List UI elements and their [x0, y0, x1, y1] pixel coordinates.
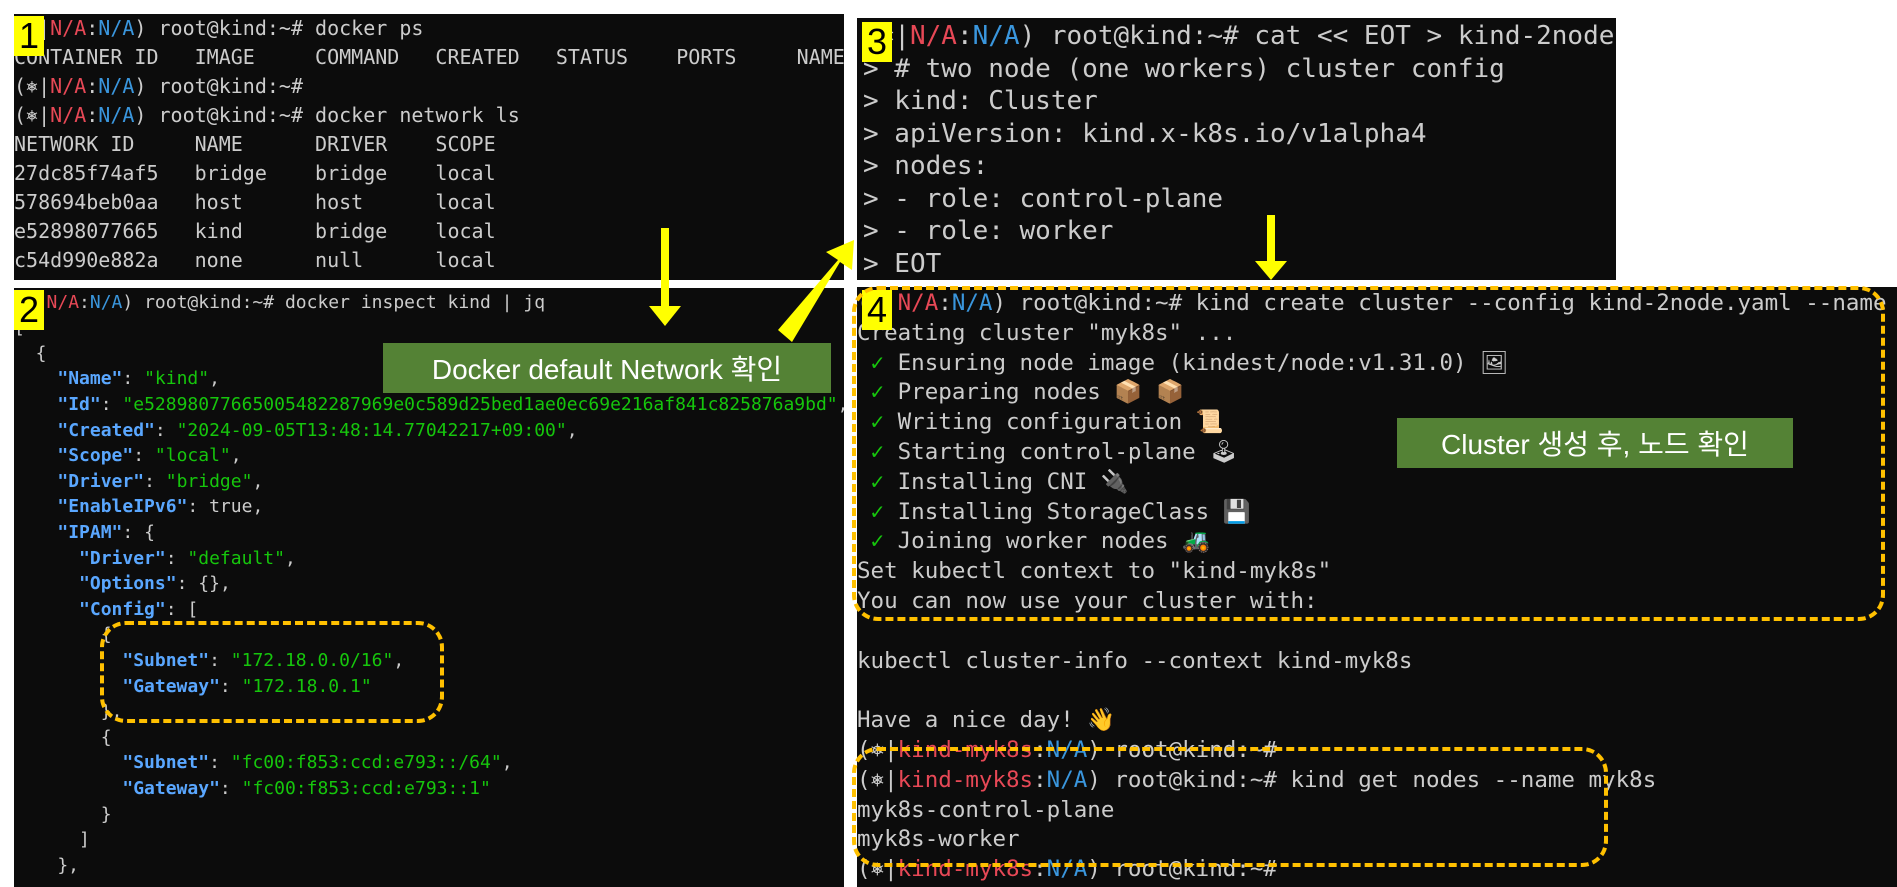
- nice-day-line: Have a nice day! 👋: [857, 707, 1116, 734]
- json-close-obj: },: [14, 855, 80, 876]
- step-line: ✓ Joining worker nodes 🚜: [870, 528, 1211, 555]
- cluster-info-line: kubectl cluster-info --context kind-myk8…: [857, 647, 1413, 674]
- json-gateway-v6: "Gateway": "fc00:f853:ccd:e793::1": [122, 778, 491, 799]
- yaml-line: > - role: control-plane: [863, 183, 1224, 214]
- yaml-line: > apiVersion: kind.x-k8s.io/v1alpha4: [863, 118, 1427, 149]
- step-line: ✓ Installing StorageClass 💾: [870, 498, 1251, 525]
- network-row: 27dc85f74af5 bridge bridge local: [14, 161, 496, 185]
- step-badge-1: 1: [14, 16, 44, 56]
- use-cluster-line: You can now use your cluster with:: [857, 588, 1318, 614]
- step-badge-3: 3: [862, 22, 892, 62]
- step-line: ✓ Installing CNI 🔌: [870, 468, 1129, 495]
- docker-ps-header: CONTAINER ID IMAGE COMMAND CREATED STATU…: [14, 45, 844, 69]
- prompt-docker-ps: (⎈|N/A:N/A) root@kind:~# docker ps: [14, 16, 424, 40]
- network-callout-label: Docker default Network 확인: [383, 343, 831, 393]
- json-ipam-driver: "Driver": "default",: [79, 548, 296, 569]
- json-driver: "Driver": "bridge",: [57, 471, 264, 492]
- prompt-docker-inspect: (⎈|N/A:N/A) root@kind:~# docker inspect …: [14, 292, 546, 313]
- prompt-kind-create: (⎈|N/A:N/A) root@kind:~# kind create clu…: [857, 290, 1897, 316]
- yaml-line: > kind: Cluster: [863, 86, 1098, 116]
- json-config: "Config": [: [79, 599, 199, 620]
- yaml-line: > - role: worker: [863, 216, 1114, 246]
- json-close-brace-2: }: [14, 804, 112, 825]
- json-enable-ipv6: "EnableIPv6": true,: [57, 496, 264, 517]
- step-badge-2: 2: [14, 290, 44, 330]
- json-config-brace-2: {: [14, 727, 112, 748]
- json-subnet-v4: "Subnet": "172.18.0.0/16",: [122, 650, 405, 671]
- network-table-header: NETWORK ID NAME DRIVER SCOPE: [14, 132, 496, 156]
- prompt-get-nodes: (⎈|kind-myk8s:N/A) root@kind:~# kind get…: [857, 766, 1657, 793]
- prompt-kind-myk8s: (⎈|kind-myk8s:N/A) root@kind:~#: [857, 737, 1277, 763]
- yaml-line: > EOT: [863, 248, 942, 279]
- prompt-network-ls: (⎈|N/A:N/A) root@kind:~# docker network …: [14, 103, 520, 127]
- step-line: ✓ Preparing nodes 📦 📦: [870, 379, 1184, 406]
- json-id: "Id": "e52898077665005482287969e0c589d25…: [57, 394, 844, 415]
- network-row: c54d990e882a none null local: [14, 248, 496, 272]
- step-badge-4: 4: [862, 290, 892, 330]
- prompt-cat-eot: (⎈|N/A:N/A) root@kind:~# cat << EOT > ki…: [863, 21, 1616, 51]
- kind-create-terminal: (⎈|N/A:N/A) root@kind:~# kind create clu…: [857, 287, 1897, 887]
- docker-ps-terminal: (⎈|N/A:N/A) root@kind:~# docker ps CONTA…: [14, 14, 844, 280]
- step-line: ✓ Ensuring node image (kindest/node:v1.3…: [870, 349, 1509, 376]
- json-scope: "Scope": "local",: [57, 445, 242, 466]
- json-open-brace: {: [14, 343, 47, 364]
- set-context-line: Set kubectl context to "kind-myk8s": [857, 558, 1332, 585]
- json-close-array: ]: [14, 829, 90, 850]
- step-line: ✓ Writing configuration 📜: [870, 409, 1224, 436]
- json-gateway-v4: "Gateway": "172.18.0.1": [122, 676, 372, 697]
- yaml-line: > nodes:: [863, 151, 989, 181]
- step-line: ✓ Starting control-plane 🕹: [870, 439, 1238, 465]
- json-created: "Created": "2024-09-05T13:48:14.77042217…: [57, 420, 578, 441]
- yaml-line: > # two node (one workers) cluster confi…: [863, 53, 1505, 84]
- json-name: "Name": "kind",: [57, 368, 220, 389]
- json-config-brace: {: [14, 624, 112, 645]
- network-row: 578694beb0aa host host local: [14, 190, 496, 214]
- node-control-plane: myk8s-control-plane: [857, 796, 1115, 823]
- network-row: e52898077665 kind bridge local: [14, 219, 496, 243]
- json-subnet-v6: "Subnet": "fc00:f853:ccd:e793::/64",: [122, 752, 513, 773]
- creating-cluster-line: Creating cluster "myk8s" ...: [857, 319, 1237, 346]
- json-ipam: "IPAM": {: [57, 522, 155, 543]
- node-worker: myk8s-worker: [857, 826, 1020, 853]
- cluster-callout-label: Cluster 생성 후, 노드 확인: [1397, 418, 1793, 468]
- json-close-brace: },: [14, 701, 123, 722]
- json-options: "Options": {},: [79, 573, 231, 594]
- kind-config-terminal: (⎈|N/A:N/A) root@kind:~# cat << EOT > ki…: [857, 18, 1616, 280]
- prompt-kind-myk8s-final: (⎈|kind-myk8s:N/A) root@kind:~#: [857, 856, 1277, 883]
- prompt-empty: (⎈|N/A:N/A) root@kind:~#: [14, 74, 303, 98]
